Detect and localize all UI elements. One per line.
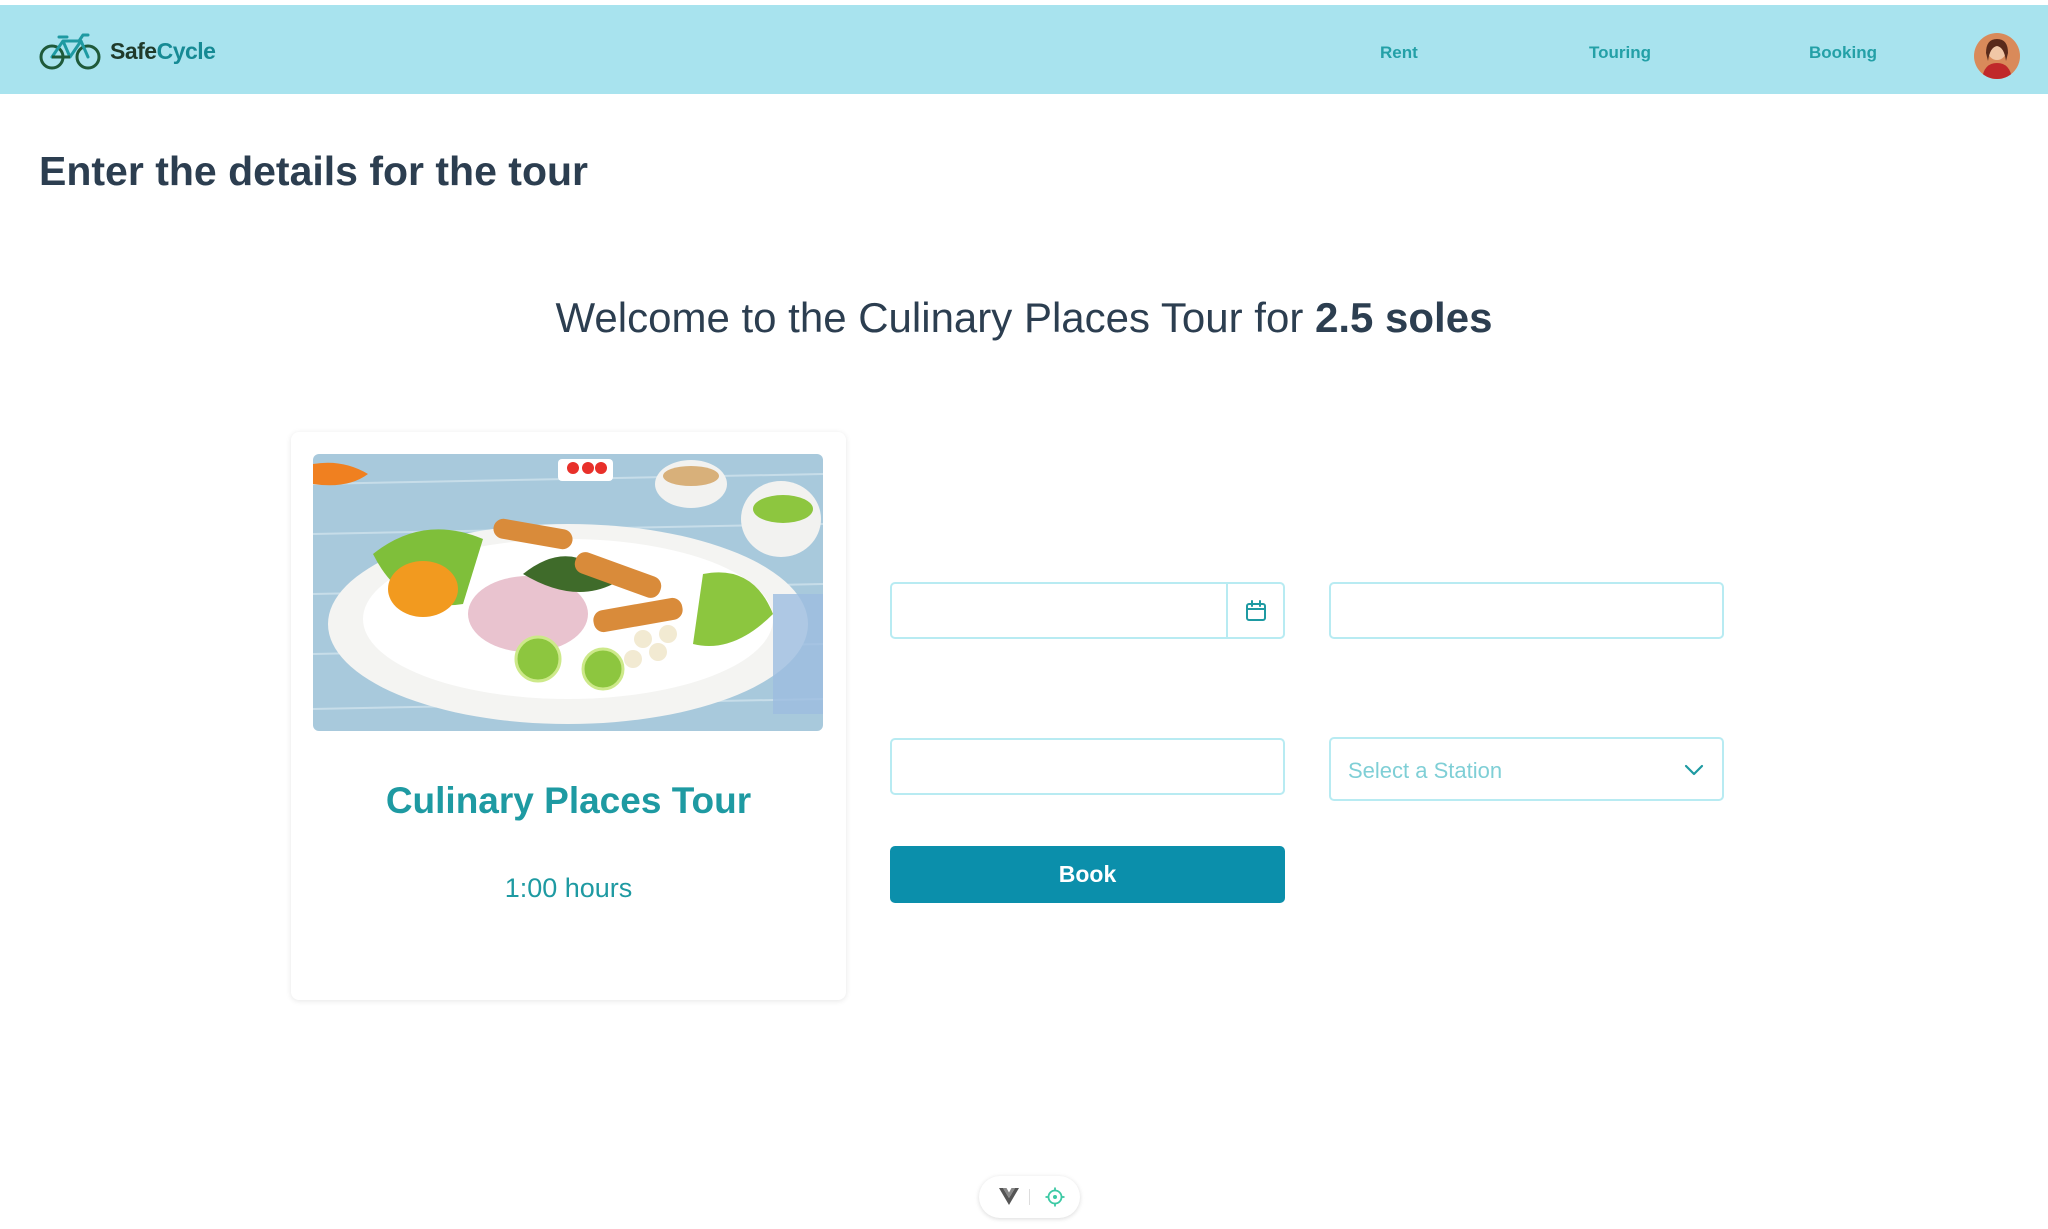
book-button[interactable]: Book bbox=[890, 846, 1285, 903]
tour-image bbox=[313, 454, 823, 731]
date-input[interactable] bbox=[892, 584, 1228, 637]
nav-touring[interactable]: Touring bbox=[1589, 43, 1651, 63]
calendar-button[interactable] bbox=[1226, 584, 1283, 637]
chevron-down-icon bbox=[1684, 764, 1704, 776]
devtools-toolbar bbox=[979, 1176, 1080, 1218]
date-picker[interactable] bbox=[890, 582, 1285, 639]
tour-name: Culinary Places Tour bbox=[385, 780, 752, 821]
quantity-input[interactable] bbox=[890, 738, 1285, 795]
welcome-text: Welcome to the Culinary Places Tour for bbox=[555, 294, 1315, 341]
bicycle-logo-icon bbox=[39, 33, 101, 70]
station-select-placeholder: Select a Station bbox=[1348, 758, 1503, 783]
user-avatar-icon bbox=[1974, 33, 2020, 79]
tour-card: Culinary Places Tour 1:00 hours bbox=[291, 432, 846, 1000]
page-title: Enter the details for the tour bbox=[39, 148, 588, 194]
nav-rent[interactable]: Rent bbox=[1380, 43, 1418, 63]
time-input[interactable] bbox=[1329, 582, 1724, 639]
tour-price: 2.5 soles bbox=[1314, 294, 1493, 341]
logo[interactable]: SafeCycle bbox=[39, 31, 216, 71]
avatar[interactable] bbox=[1974, 33, 2020, 79]
nav-booking[interactable]: Booking bbox=[1809, 43, 1877, 63]
station-select[interactable]: Select a Station bbox=[1329, 737, 1724, 801]
logo-text: SafeCycle bbox=[110, 37, 216, 64]
vue-devtools-icon[interactable] bbox=[999, 1188, 1019, 1206]
devtools-divider bbox=[1029, 1189, 1030, 1205]
crosshair-icon[interactable] bbox=[1045, 1187, 1065, 1207]
welcome-heading: Welcome to the Culinary Places Tour for … bbox=[0, 294, 2048, 342]
top-navbar: SafeCycle Rent Touring Booking bbox=[0, 5, 2048, 94]
calendar-icon bbox=[1245, 599, 1266, 621]
tour-duration: 1:00 hours bbox=[504, 873, 633, 903]
